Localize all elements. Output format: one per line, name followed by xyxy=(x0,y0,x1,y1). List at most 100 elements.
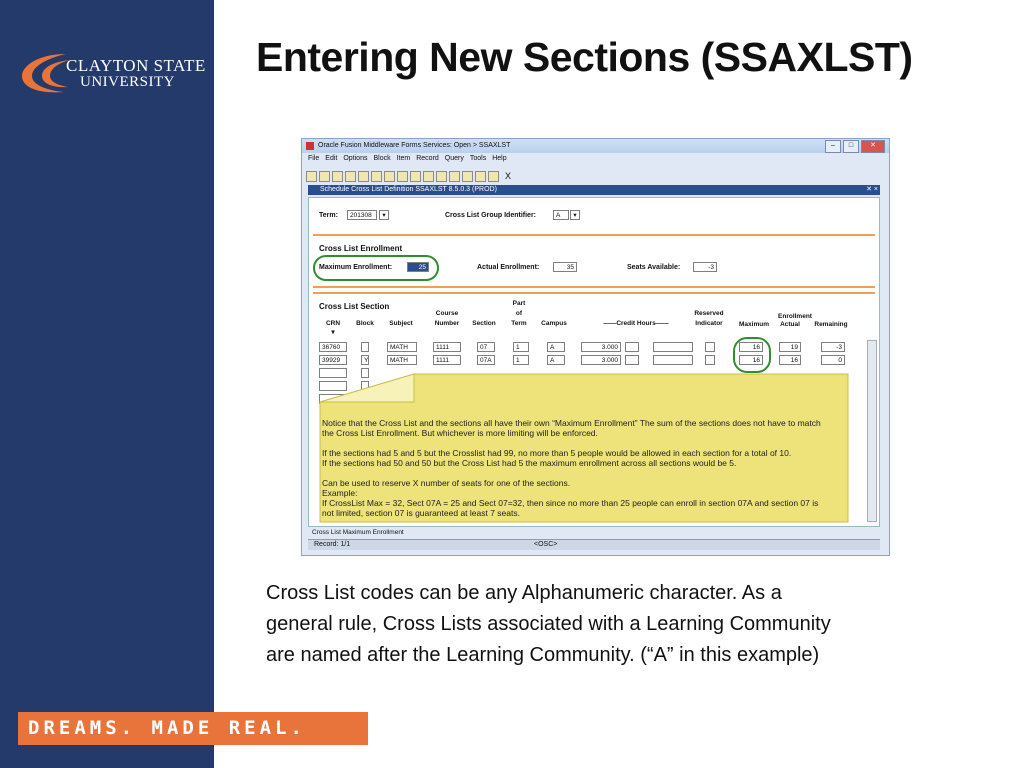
group-id-input[interactable]: A xyxy=(553,210,569,220)
help-icon[interactable] xyxy=(488,170,499,182)
slide-title: Entering New Sections (SSAXLST) xyxy=(256,34,913,80)
menu-help[interactable]: Help xyxy=(492,155,506,167)
menu-bar: File Edit Options Block Item Record Quer… xyxy=(302,155,507,167)
status-hint: Cross List Maximum Enrollment xyxy=(308,529,884,537)
col-header-number: Number xyxy=(434,320,460,327)
enter-query-icon[interactable] xyxy=(410,170,421,182)
col-header-remaining: Remaining xyxy=(814,321,848,328)
divider xyxy=(313,286,875,288)
col-header-of: of xyxy=(515,310,523,317)
row2-remaining[interactable]: 0 xyxy=(821,355,845,365)
divider xyxy=(313,292,875,294)
form-title: Schedule Cross List Definition SSAXLST 8… xyxy=(320,186,497,193)
search-icon[interactable] xyxy=(462,170,473,182)
window-title: Oracle Fusion Middleware Forms Services:… xyxy=(318,142,511,149)
row2-block[interactable]: Y xyxy=(361,355,369,365)
logo-text-line1: CLAYTON STATE xyxy=(66,56,206,75)
col-header-indicator: Indicator xyxy=(695,320,723,327)
row1-part-of-term[interactable]: 1 xyxy=(513,342,529,352)
row2-part-of-term[interactable]: 1 xyxy=(513,355,529,365)
scrollbar[interactable] xyxy=(867,340,877,522)
menu-options[interactable]: Options xyxy=(343,155,367,167)
note-line: the Cross List Enrollment. But whichever… xyxy=(322,428,598,438)
maximize-icon[interactable]: □ xyxy=(843,140,859,153)
remove-record-icon[interactable] xyxy=(371,170,382,182)
minimize-icon[interactable]: – xyxy=(825,140,841,153)
seats-available-label: Seats Available: xyxy=(627,264,681,271)
row1-campus[interactable]: A xyxy=(547,342,565,352)
section-maximum-highlight xyxy=(733,337,771,373)
col-header-credit-hours: ——Credit Hours—— xyxy=(603,320,669,327)
menu-record[interactable]: Record xyxy=(416,155,439,167)
col-header-enrollment: Enrollment xyxy=(778,313,812,320)
row1-section[interactable]: 07 xyxy=(477,342,495,352)
menu-file[interactable]: File xyxy=(308,155,319,167)
options-icon[interactable] xyxy=(475,170,486,182)
insert-record-icon[interactable] xyxy=(358,170,369,182)
term-input[interactable]: 201308 xyxy=(347,210,377,220)
max-enrollment-highlight xyxy=(313,255,439,281)
row2-crn[interactable]: 39929 xyxy=(319,355,347,365)
col-header-part: Part xyxy=(512,300,526,307)
cancel-query-icon[interactable] xyxy=(436,170,447,182)
note-line xyxy=(322,468,847,478)
note-line: not limited, section 07 is guaranteed at… xyxy=(322,508,520,518)
row1-crn[interactable]: 36760 xyxy=(319,342,347,352)
crn-dropdown-icon[interactable]: ▾ xyxy=(327,328,339,336)
rollback-icon[interactable] xyxy=(319,170,330,182)
body-line: general rule, Cross Lists associated wit… xyxy=(266,613,831,635)
actual-enrollment-field[interactable]: 35 xyxy=(553,262,577,272)
save-icon[interactable] xyxy=(306,170,317,182)
row2-reserved[interactable] xyxy=(705,355,715,365)
next-block-icon[interactable] xyxy=(397,170,408,182)
row2-section[interactable]: 07A xyxy=(477,355,495,365)
menu-edit[interactable]: Edit xyxy=(325,155,337,167)
menu-query[interactable]: Query xyxy=(445,155,464,167)
execute-query-icon[interactable] xyxy=(423,170,434,182)
actual-enrollment-label: Actual Enrollment: xyxy=(477,264,540,271)
row1-block[interactable] xyxy=(361,342,369,352)
note-line xyxy=(322,438,847,448)
app-icon xyxy=(306,142,314,150)
toolbar-x: X xyxy=(505,171,512,181)
cross-list-section-title: Cross List Section xyxy=(319,302,390,311)
print-icon[interactable] xyxy=(449,170,460,182)
form-close-icon[interactable]: ✕ × xyxy=(866,185,878,195)
group-id-dropdown-icon[interactable]: ▾ xyxy=(570,210,580,220)
body-text: Cross List codes can be any Alphanumeric… xyxy=(266,578,946,671)
row1-credit-to[interactable] xyxy=(653,342,693,352)
row1-subject[interactable]: MATH xyxy=(387,342,417,352)
row1-number[interactable]: 1111 xyxy=(433,342,461,352)
enrollment-section-title: Cross List Enrollment xyxy=(319,244,403,253)
col-header-course: Course xyxy=(435,310,459,317)
seats-available-field[interactable]: -3 xyxy=(693,262,717,272)
exit-icon[interactable] xyxy=(345,170,356,182)
row2-actual[interactable]: 16 xyxy=(779,355,801,365)
col-header-maximum: Maximum xyxy=(739,321,769,328)
row2-credit-ind[interactable] xyxy=(625,355,639,365)
row2-credit-to[interactable] xyxy=(653,355,693,365)
select-icon[interactable] xyxy=(332,170,343,182)
close-icon[interactable]: ✕ xyxy=(861,140,885,153)
row2-number[interactable]: 1111 xyxy=(433,355,461,365)
window-titlebar: Oracle Fusion Middleware Forms Services:… xyxy=(302,139,889,153)
col-header-term: Term xyxy=(511,320,527,327)
row1-remaining[interactable]: -3 xyxy=(821,342,845,352)
note-line: If the sections had 5 and 5 but the Cros… xyxy=(322,448,792,458)
row2-campus[interactable]: A xyxy=(547,355,565,365)
term-dropdown-icon[interactable]: ▾ xyxy=(379,210,389,220)
note-line: Notice that the Cross List and the secti… xyxy=(322,418,821,428)
row2-subject[interactable]: MATH xyxy=(387,355,417,365)
col-header-reserved: Reserved xyxy=(694,310,724,317)
row2-credit-hours[interactable]: 3.000 xyxy=(581,355,621,365)
term-label: Term: xyxy=(319,212,338,219)
row1-reserved[interactable] xyxy=(705,342,715,352)
status-bar: Record: 1/1 <OSC> xyxy=(308,539,880,550)
row1-credit-hours[interactable]: 3.000 xyxy=(581,342,621,352)
row1-actual[interactable]: 19 xyxy=(779,342,801,352)
row1-credit-ind[interactable] xyxy=(625,342,639,352)
menu-item[interactable]: Item xyxy=(397,155,411,167)
menu-tools[interactable]: Tools xyxy=(470,155,486,167)
previous-block-icon[interactable] xyxy=(384,170,395,182)
menu-block[interactable]: Block xyxy=(373,155,390,167)
